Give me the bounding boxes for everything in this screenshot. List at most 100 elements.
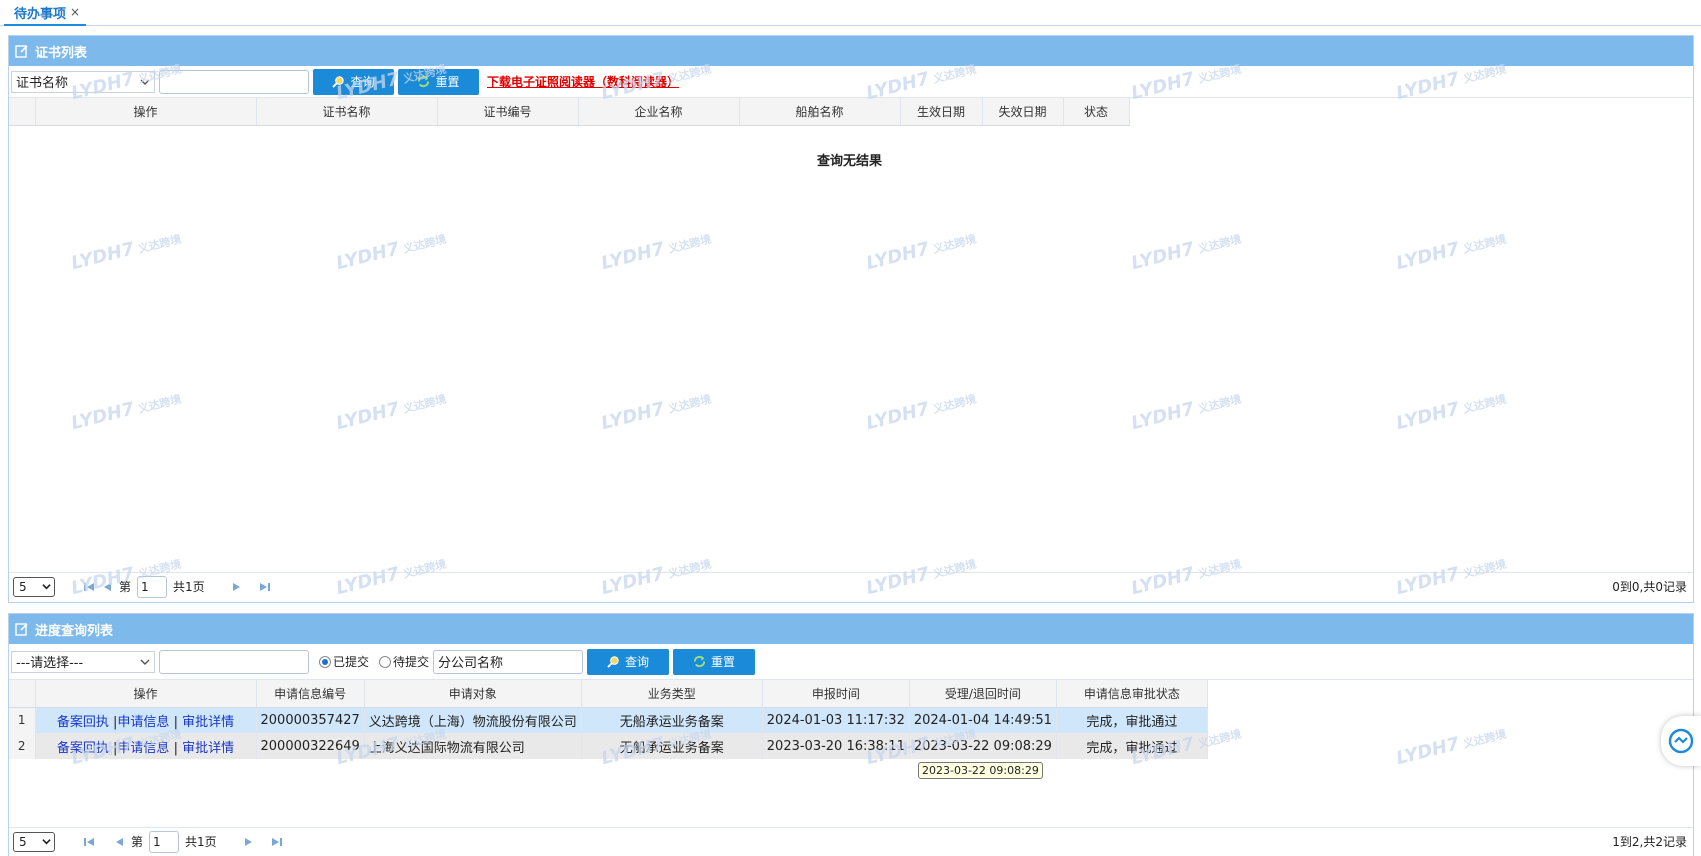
panel-header: 证书列表 xyxy=(9,36,1693,66)
tab-todo[interactable]: 待办事项 × xyxy=(4,0,87,26)
select-value: 证书名称 xyxy=(16,76,69,91)
chevron-down-icon xyxy=(42,584,51,590)
application-number: 200000322649 xyxy=(256,733,365,759)
certificate-query-button[interactable]: 查询 xyxy=(313,68,394,95)
application-info-link[interactable]: 申请信息 xyxy=(117,715,169,730)
page-size-select[interactable]: 5 xyxy=(13,576,55,597)
filing-receipt-link[interactable]: 备案回执 xyxy=(57,741,109,756)
refresh-icon xyxy=(693,655,706,668)
progress-query-panel: 进度查询列表 ---请选择--- 已提交 待提交 分公司名称 查询 重置 操作 … xyxy=(8,613,1694,856)
floating-assistant-button[interactable] xyxy=(1661,716,1701,766)
approval-detail-link[interactable]: 审批详情 xyxy=(182,715,234,730)
page-size-value: 5 xyxy=(19,834,27,849)
prev-page-icon[interactable] xyxy=(113,836,125,848)
radio-submitted[interactable]: 已提交 xyxy=(319,653,369,670)
chevron-down-icon xyxy=(140,659,150,665)
page-number-input[interactable]: 1 xyxy=(137,575,168,598)
application-info-link[interactable]: 申请信息 xyxy=(117,741,169,756)
company-name-input[interactable]: 分公司名称 xyxy=(433,649,584,674)
chevron-down-icon xyxy=(42,839,51,845)
index-header xyxy=(9,680,36,708)
accept-time: 2023-03-22 09:08:29 xyxy=(909,733,1057,759)
certificate-toolbar: 证书名称 查询 重置 下载电子证照阅读器（数科阅读器） xyxy=(9,66,1693,98)
column-header[interactable]: 操作 xyxy=(35,680,257,708)
column-header[interactable]: 证书名称 xyxy=(256,98,438,126)
application-number: 200000357427 xyxy=(256,707,365,733)
certificate-reset-button[interactable]: 重置 xyxy=(398,68,479,95)
button-label: 重置 xyxy=(435,75,460,89)
column-header[interactable]: 生效日期 xyxy=(900,98,983,126)
last-page-icon[interactable] xyxy=(271,836,283,848)
page-prefix: 第 xyxy=(131,835,144,849)
column-header[interactable]: 证书编号 xyxy=(437,98,579,126)
progress-query-button[interactable]: 查询 xyxy=(587,648,670,675)
index-header xyxy=(9,98,36,126)
next-page-icon[interactable] xyxy=(231,581,243,593)
column-header[interactable]: 申请对象 xyxy=(364,680,582,708)
radio-label: 已提交 xyxy=(333,655,370,669)
prev-page-icon[interactable] xyxy=(101,581,113,593)
table-row[interactable]: 2 备案回执 |申请信息 | 审批详情 200000322649 上海义达国际物… xyxy=(9,733,1208,759)
approval-status: 完成，审批通过 xyxy=(1056,707,1208,733)
application-target: 义达跨境（上海）物流股份有限公司 xyxy=(364,707,582,733)
business-type: 无船承运业务备案 xyxy=(581,707,763,733)
edit-icon xyxy=(15,45,28,58)
table-header-row: 操作 申请信息编号 申请对象 业务类型 申报时间 受理/退回时间 申请信息审批状… xyxy=(9,680,1208,708)
column-header[interactable]: 企业名称 xyxy=(578,98,740,126)
approval-detail-link[interactable]: 审批详情 xyxy=(182,741,234,756)
table-row[interactable]: 1 备案回执 |申请信息 | 审批详情 200000357427 义达跨境（上海… xyxy=(9,707,1208,733)
download-reader-link[interactable]: 下载电子证照阅读器（数科阅读器） xyxy=(487,73,679,90)
approval-status: 完成，审批通过 xyxy=(1056,733,1208,759)
progress-table: 操作 申请信息编号 申请对象 业务类型 申报时间 受理/退回时间 申请信息审批状… xyxy=(9,680,1208,759)
close-icon[interactable]: × xyxy=(70,5,80,19)
filing-receipt-link[interactable]: 备案回执 xyxy=(57,715,109,730)
column-header[interactable]: 失效日期 xyxy=(982,98,1064,126)
select-value: ---请选择--- xyxy=(16,656,84,671)
column-header[interactable]: 船舶名称 xyxy=(739,98,901,126)
cell-tooltip: 2023-03-22 09:08:29 xyxy=(918,762,1043,779)
row-index: 1 xyxy=(9,707,36,733)
certificate-pager: 5 第 1 共1页 0到0,共0记录 xyxy=(9,572,1693,600)
business-type: 无船承运业务备案 xyxy=(581,733,763,759)
column-header[interactable]: 业务类型 xyxy=(581,680,763,708)
first-page-icon[interactable] xyxy=(83,581,95,593)
assistant-icon xyxy=(1668,728,1694,754)
chevron-down-icon xyxy=(140,79,150,85)
page-size-select[interactable]: 5 xyxy=(13,831,55,852)
radio-button[interactable] xyxy=(379,655,392,668)
page-number-input[interactable]: 1 xyxy=(149,830,180,853)
certificate-search-input[interactable] xyxy=(159,69,309,94)
radio-button[interactable] xyxy=(319,655,331,668)
certificate-table: 操作 证书名称 证书编号 企业名称 船舶名称 生效日期 失效日期 状态 xyxy=(9,98,1130,126)
column-header[interactable]: 申请信息审批状态 xyxy=(1056,680,1208,708)
table-header-row: 操作 证书名称 证书编号 企业名称 船舶名称 生效日期 失效日期 状态 xyxy=(9,98,1130,126)
column-header[interactable]: 状态 xyxy=(1063,98,1130,126)
submit-time: 2024-01-03 11:17:32 xyxy=(762,707,910,733)
first-page-icon[interactable] xyxy=(83,836,95,848)
submit-time: 2023-03-20 16:38:11 xyxy=(762,733,910,759)
radio-label: 待提交 xyxy=(393,655,430,669)
search-icon xyxy=(607,656,619,668)
column-header[interactable]: 申请信息编号 xyxy=(256,680,365,708)
column-header[interactable]: 操作 xyxy=(35,98,257,126)
panel-title: 证书列表 xyxy=(35,45,88,61)
row-actions: 备案回执 |申请信息 | 审批详情 xyxy=(35,733,257,759)
tab-bar: 待办事项 × xyxy=(0,0,1701,26)
column-header[interactable]: 受理/退回时间 xyxy=(909,680,1057,708)
progress-pager: 5 第 1 共1页 1到2,共2记录 xyxy=(9,827,1693,855)
progress-search-input[interactable] xyxy=(159,649,309,674)
button-label: 查询 xyxy=(350,75,375,89)
search-icon xyxy=(332,76,345,88)
column-header[interactable]: 申报时间 xyxy=(762,680,910,708)
tab-label: 待办事项 xyxy=(14,6,67,22)
edit-icon xyxy=(15,623,28,636)
radio-pending[interactable]: 待提交 xyxy=(379,653,429,670)
button-label: 查询 xyxy=(625,655,650,669)
progress-filter-select[interactable]: ---请选择--- xyxy=(11,650,155,673)
accept-time: 2024-01-04 14:49:51 xyxy=(909,707,1057,733)
page-total: 共1页 xyxy=(185,835,217,849)
next-page-icon[interactable] xyxy=(243,836,255,848)
last-page-icon[interactable] xyxy=(259,581,271,593)
progress-reset-button[interactable]: 重置 xyxy=(673,648,756,675)
certificate-filter-select[interactable]: 证书名称 xyxy=(11,70,155,93)
